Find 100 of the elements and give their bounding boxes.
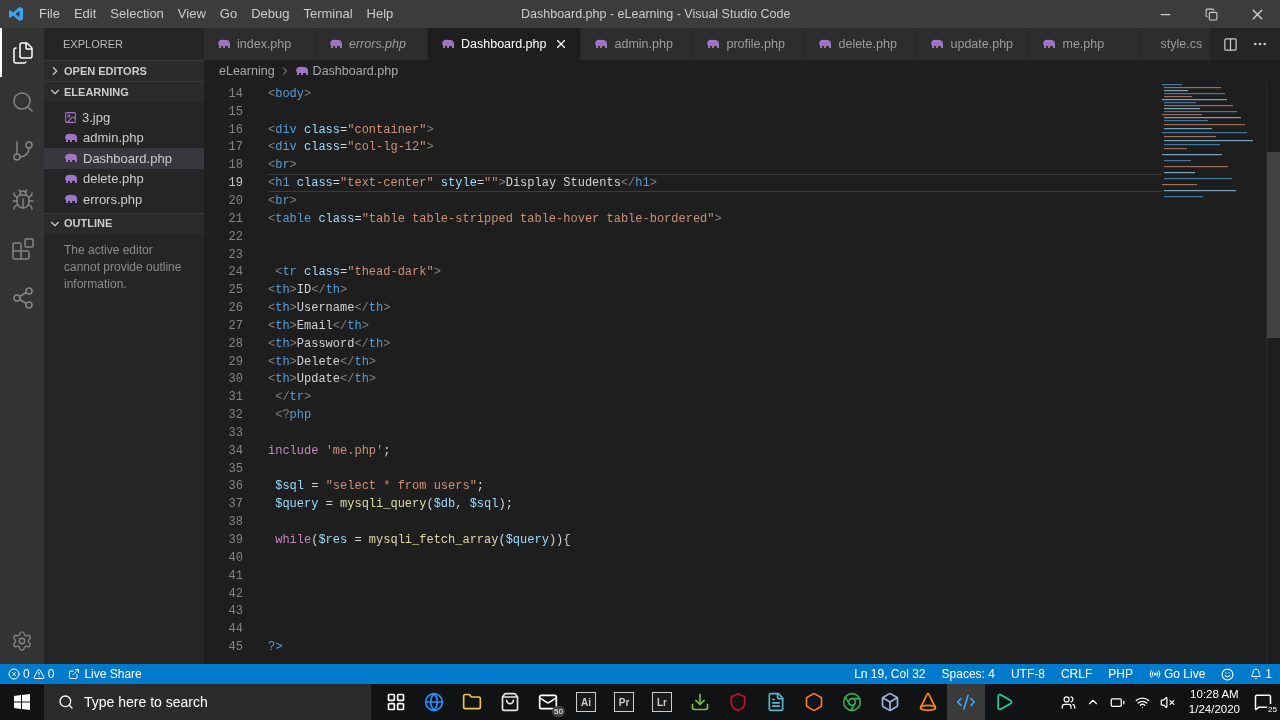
task-view-icon[interactable] bbox=[386, 692, 406, 712]
folder-icon[interactable] bbox=[462, 692, 482, 712]
code-line: include 'me.php'; bbox=[268, 442, 391, 460]
explorer-entry[interactable]: Dashboard.php bbox=[44, 148, 204, 169]
clock-time[interactable]: 10:28 AM bbox=[1190, 687, 1239, 702]
play-icon[interactable] bbox=[994, 692, 1014, 712]
volume-muted-icon[interactable] bbox=[1159, 694, 1175, 710]
elephant-icon bbox=[594, 39, 609, 49]
status-item[interactable]: PHP bbox=[1108, 665, 1133, 683]
windows-logo-icon[interactable] bbox=[14, 694, 30, 710]
line-number: 41 bbox=[227, 567, 243, 585]
live-share-button[interactable]: Live Share bbox=[84, 665, 142, 683]
restore-icon[interactable] bbox=[1204, 7, 1218, 21]
menu-item[interactable]: View bbox=[170, 4, 213, 24]
code-line: <th>ID</th> bbox=[268, 282, 348, 300]
code-icon[interactable] bbox=[956, 692, 976, 712]
files-icon bbox=[11, 40, 35, 65]
section-header[interactable]: ELEARNING bbox=[44, 81, 204, 102]
line-number: 25 bbox=[227, 282, 243, 300]
shield-icon[interactable] bbox=[728, 692, 748, 712]
download-icon[interactable] bbox=[690, 692, 710, 712]
settings-icon[interactable] bbox=[11, 630, 33, 652]
notification-count: 1 bbox=[1265, 666, 1272, 683]
status-item[interactable]: Ln 19, Col 32 bbox=[854, 665, 926, 683]
cube-icon[interactable] bbox=[880, 692, 900, 712]
menu-item[interactable]: File bbox=[32, 4, 67, 24]
editor-tab[interactable]: me.php bbox=[1029, 28, 1142, 60]
line-number: 33 bbox=[227, 424, 243, 442]
app-icon[interactable]: Lr bbox=[652, 692, 672, 712]
explorer-entry[interactable]: delete.php bbox=[44, 168, 204, 189]
app-icon[interactable]: Ai bbox=[576, 692, 596, 712]
document-icon[interactable] bbox=[766, 692, 786, 712]
section-header[interactable]: OUTLINE bbox=[44, 212, 204, 234]
bag-icon[interactable] bbox=[500, 692, 520, 712]
globe-icon[interactable] bbox=[424, 692, 444, 712]
elephant-icon bbox=[64, 173, 78, 184]
line-number: 28 bbox=[227, 335, 243, 353]
menu-item[interactable]: Selection bbox=[103, 4, 171, 24]
line-number: 38 bbox=[227, 514, 243, 532]
people-icon[interactable] bbox=[1060, 694, 1076, 710]
line-number: 43 bbox=[227, 603, 243, 621]
go-live-button[interactable]: Go Live bbox=[1163, 665, 1206, 683]
status-item[interactable]: Spaces: 4 bbox=[941, 665, 995, 683]
mail-badge: 50 bbox=[552, 706, 565, 717]
cone-icon[interactable] bbox=[918, 692, 938, 712]
menu-item[interactable]: Help bbox=[359, 4, 401, 24]
elephant-icon bbox=[64, 132, 78, 143]
window-title: Dashboard.php - eLearning - Visual Studio Code bbox=[521, 5, 791, 23]
code-line: <h1 class="text-center" style="">Display Students</h1> bbox=[268, 175, 657, 193]
bell-icon[interactable] bbox=[1250, 668, 1263, 680]
explorer-entry[interactable]: admin.php bbox=[44, 127, 204, 148]
editor-tab[interactable]: errors.php bbox=[316, 28, 428, 60]
line-number: 32 bbox=[227, 407, 243, 425]
clock-date[interactable]: 1/24/2020 bbox=[1188, 702, 1240, 717]
warning-icon bbox=[32, 668, 45, 680]
code-line: <table class="table table-stripped table-hover table-bordered"> bbox=[268, 210, 722, 228]
editor-tab[interactable]: update.php bbox=[917, 28, 1030, 60]
branch-icon bbox=[11, 138, 35, 163]
elephant-icon bbox=[706, 39, 721, 49]
file-name: delete.php bbox=[83, 170, 144, 188]
line-number: 19 bbox=[227, 175, 243, 193]
error-count[interactable]: 0 bbox=[23, 665, 30, 683]
breadcrumb-item[interactable]: Dashboard.php bbox=[312, 61, 399, 81]
editor-tab[interactable]: index.php bbox=[204, 28, 316, 60]
line-number: 30 bbox=[227, 371, 243, 389]
breadcrumb-item[interactable]: eLearning bbox=[219, 61, 275, 81]
explorer-entry[interactable]: 3.jpg bbox=[44, 107, 204, 128]
editor-tab[interactable]: profile.php bbox=[693, 28, 806, 60]
taskbar-search-field[interactable]: Type here to search bbox=[44, 684, 371, 720]
line-number: 14 bbox=[227, 85, 243, 103]
section-header[interactable]: OPEN EDITORS bbox=[44, 60, 204, 81]
line-number: 34 bbox=[227, 442, 243, 460]
app-icon[interactable]: Pr bbox=[614, 692, 634, 712]
browser-icon[interactable] bbox=[842, 692, 862, 712]
tab-label: index.php bbox=[237, 35, 292, 53]
editor-tab[interactable]: delete.php bbox=[805, 28, 918, 60]
wifi-icon[interactable] bbox=[1134, 694, 1150, 710]
status-item[interactable]: CRLF bbox=[1060, 665, 1093, 683]
tab-label: me.php bbox=[1062, 35, 1105, 53]
scrollbar-thumb[interactable] bbox=[1267, 152, 1280, 338]
hexagon-icon[interactable] bbox=[804, 692, 824, 712]
code-line: <th>Delete</th> bbox=[268, 353, 377, 371]
menu-item[interactable]: Go bbox=[212, 4, 245, 24]
editor-tab[interactable]: admin.php bbox=[581, 28, 694, 60]
menu-item[interactable]: Debug bbox=[244, 4, 297, 24]
code-line: <th>Password</th> bbox=[268, 335, 391, 353]
explorer-entry[interactable]: errors.php bbox=[44, 189, 204, 210]
status-item[interactable]: UTF-8 bbox=[1010, 665, 1045, 683]
feedback-icon[interactable] bbox=[1221, 667, 1235, 681]
menu-item[interactable]: Edit bbox=[66, 4, 104, 24]
line-number: 23 bbox=[227, 246, 243, 264]
elephant-icon bbox=[64, 194, 78, 205]
warning-count[interactable]: 0 bbox=[47, 665, 55, 683]
menu-item[interactable]: Terminal bbox=[296, 4, 360, 24]
editor-tab[interactable]: Dashboard.php bbox=[428, 28, 582, 60]
section-title: ELEARNING bbox=[64, 84, 129, 100]
editor-tab[interactable]: style.cs bbox=[1141, 28, 1211, 60]
elephant-icon bbox=[217, 39, 231, 49]
code-line: $sql = "select * from users"; bbox=[274, 478, 485, 496]
split-editor-icon[interactable] bbox=[1223, 36, 1238, 52]
